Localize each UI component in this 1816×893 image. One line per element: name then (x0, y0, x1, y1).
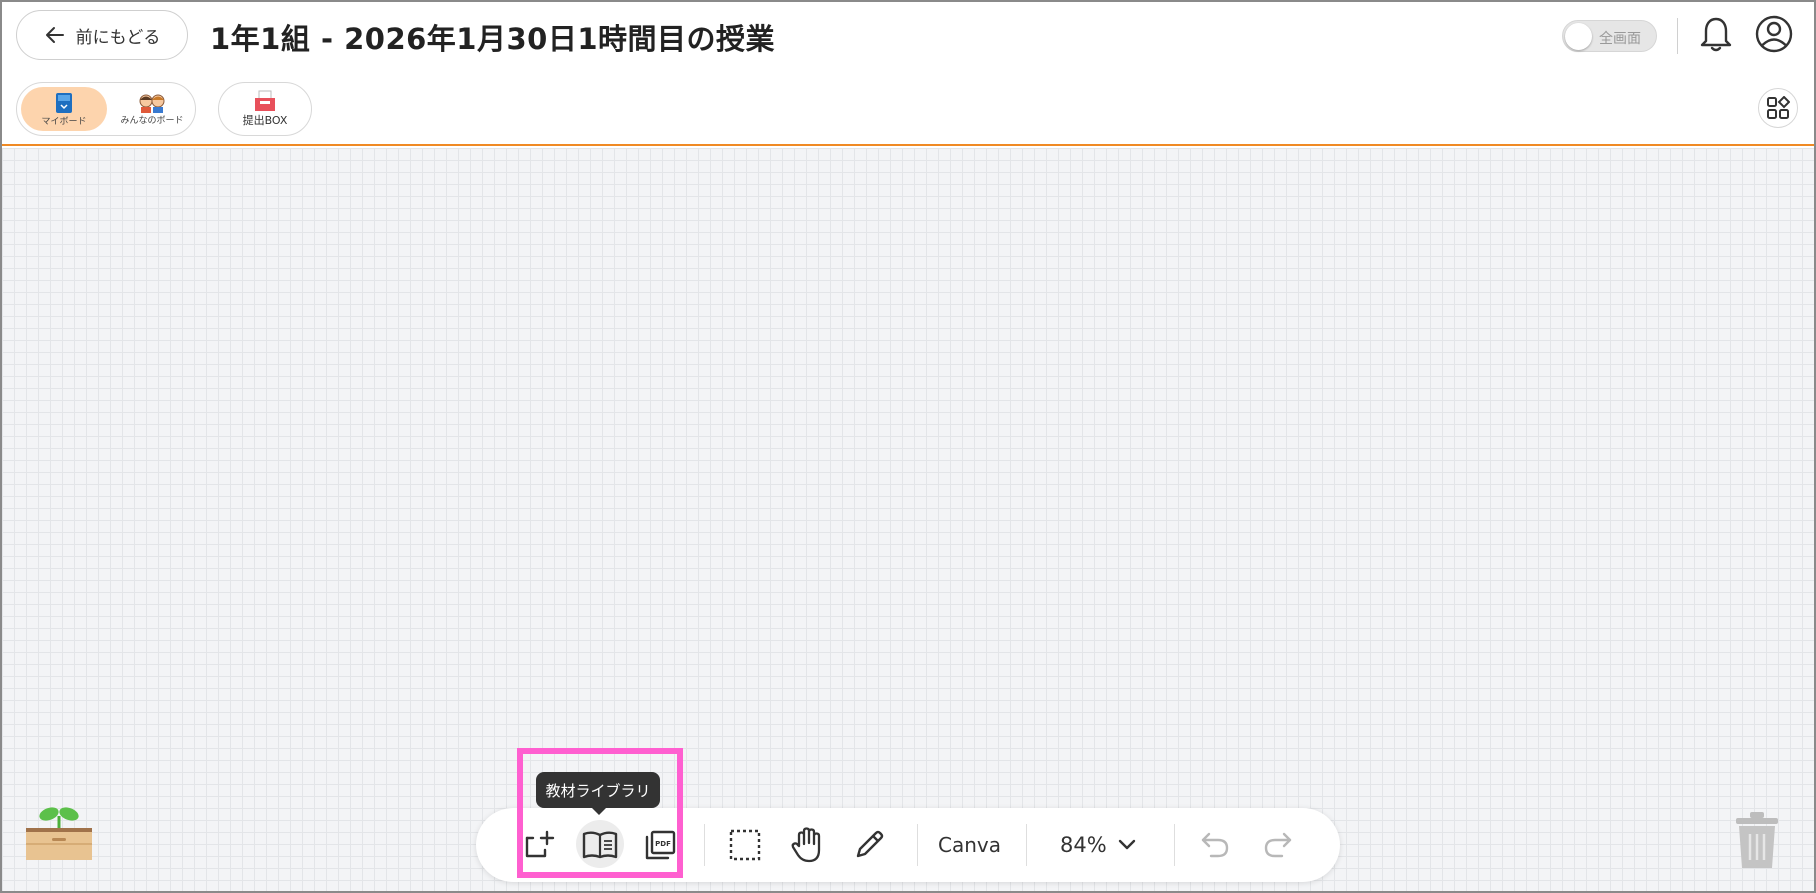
zoom-level: 84% (1060, 833, 1107, 857)
app-header: 前にもどる 1年1組 - 2026年1月30日1時間目の授業 全画面 マイボード (0, 0, 1816, 146)
tab-my-board-label: マイボード (41, 116, 87, 127)
tab-everyone-board[interactable]: みんなのボード (111, 87, 193, 131)
library-tooltip: 教材ライブラリ (536, 772, 660, 815)
toolbar-divider (1174, 824, 1175, 866)
open-book-icon (582, 831, 618, 859)
apps-grid-icon (1767, 96, 1790, 119)
toolbar-divider (704, 824, 705, 866)
tab-everyone-board-label: みんなのボード (120, 115, 184, 126)
back-button[interactable]: 前にもどる (16, 10, 188, 60)
add-card-button[interactable] (520, 826, 558, 864)
chevron-down-icon (1118, 839, 1135, 850)
bottom-toolbar: PDF Canva 84% (476, 808, 1340, 882)
students-icon (139, 94, 165, 113)
fullscreen-label: 全画面 (1599, 31, 1641, 47)
hand-tool-button[interactable] (788, 826, 826, 864)
toolbar-divider (917, 824, 918, 866)
user-circle-icon[interactable] (1754, 14, 1794, 54)
pen-tool-button[interactable] (850, 826, 888, 864)
add-card-icon (525, 830, 555, 858)
pencil-icon (856, 830, 884, 858)
select-tool-button[interactable] (726, 826, 764, 864)
marquee-select-icon (729, 829, 761, 861)
undo-icon (1201, 832, 1229, 858)
library-button[interactable] (581, 826, 619, 864)
zoom-dropdown[interactable]: 84% (1060, 826, 1137, 864)
notebook-icon (56, 92, 72, 113)
header-divider (1677, 18, 1678, 54)
tab-my-board[interactable]: マイボード (21, 87, 107, 131)
bell-icon[interactable] (1698, 14, 1734, 54)
canva-button[interactable]: Canva (938, 826, 1001, 864)
board-switcher: マイボード みんなのボード (16, 82, 196, 136)
arrow-left-icon (45, 27, 64, 43)
toolbar-divider (1026, 824, 1027, 866)
submit-box-label: 提出BOX (242, 114, 288, 127)
page-title: 1年1組 - 2026年1月30日1時間目の授業 (210, 22, 776, 56)
toggle-knob (1565, 23, 1592, 50)
undo-button[interactable] (1196, 826, 1234, 864)
fullscreen-toggle[interactable]: 全画面 (1562, 20, 1657, 52)
pdf-icon: PDF (645, 830, 676, 860)
pdf-button[interactable]: PDF (641, 826, 679, 864)
back-label: 前にもどる (75, 27, 161, 48)
svg-text:PDF: PDF (655, 840, 671, 848)
board-canvas[interactable] (2, 148, 1814, 891)
redo-icon (1264, 832, 1292, 858)
hand-icon (791, 827, 821, 863)
submit-box-icon (255, 90, 275, 111)
submit-box-button[interactable]: 提出BOX (218, 82, 312, 136)
apps-grid-button[interactable] (1758, 88, 1798, 128)
trash-icon[interactable] (1730, 810, 1784, 870)
redo-button[interactable] (1259, 826, 1297, 864)
seedling-box-icon (26, 807, 92, 860)
